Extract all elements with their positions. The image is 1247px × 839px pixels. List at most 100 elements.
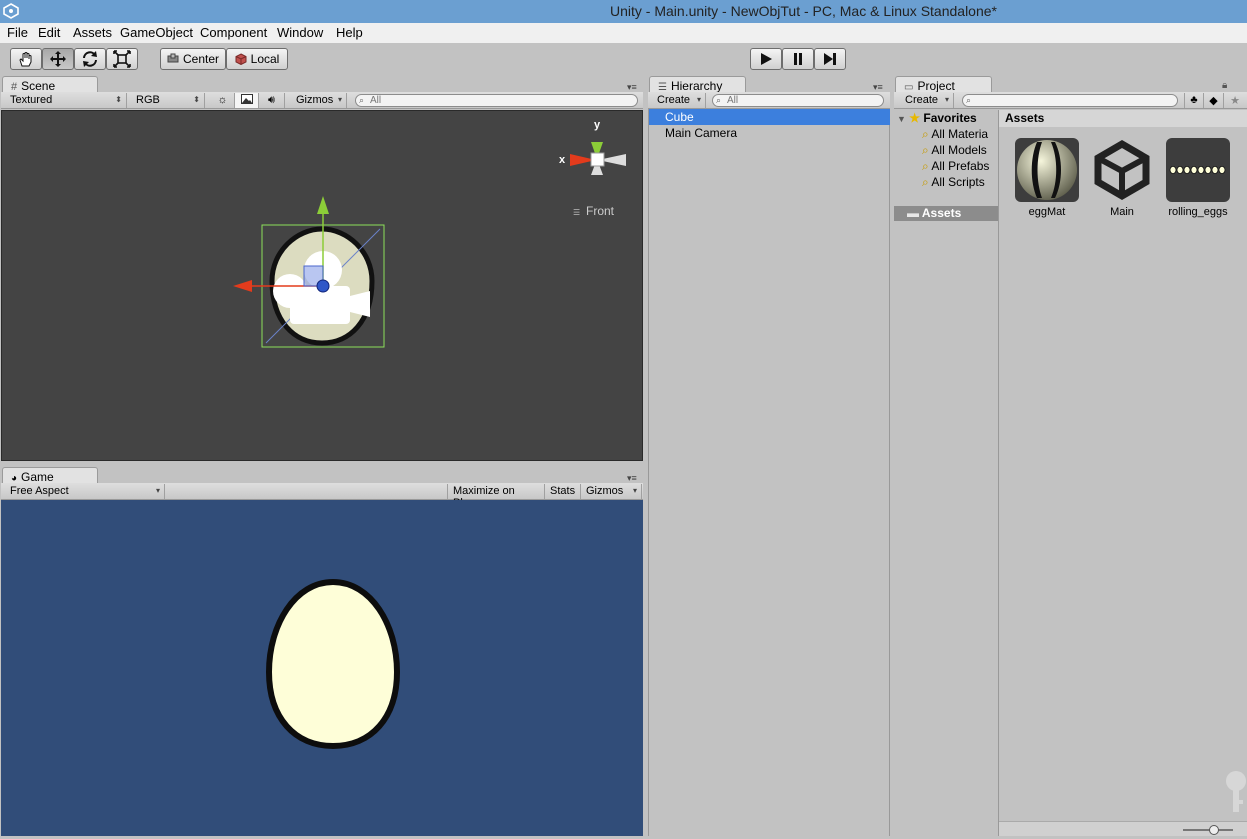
hierarchy-create-label: Create bbox=[657, 94, 691, 106]
search-by-type-button[interactable]: ♣ bbox=[1184, 93, 1204, 108]
scene-search-input[interactable]: ⌕ All bbox=[355, 94, 638, 107]
favorite-label: All Models bbox=[931, 143, 987, 157]
slider-thumb[interactable] bbox=[1209, 825, 1219, 835]
color-mode-value: RGB bbox=[136, 94, 160, 106]
menu-edit[interactable]: Edit bbox=[38, 25, 60, 40]
assets-folder-label: Assets bbox=[921, 206, 962, 220]
menu-component[interactable]: Component bbox=[200, 25, 267, 40]
menu-window[interactable]: Window bbox=[277, 25, 323, 40]
dropdown-arrow-icon: ▾ bbox=[155, 486, 160, 495]
scale-tool-button[interactable] bbox=[106, 48, 138, 70]
scene-gizmos-label: Gizmos bbox=[296, 94, 334, 106]
move-icon bbox=[50, 51, 66, 67]
game-canvas bbox=[265, 578, 401, 750]
project-toolbar: Create ▾ ⌕ ♣ ◆ ★ bbox=[894, 92, 1247, 109]
speaker-icon: 🔊︎ bbox=[268, 94, 275, 106]
star-icon: ★ bbox=[1230, 95, 1240, 107]
color-mode-dropdown[interactable]: RGB ⬍ bbox=[131, 93, 205, 108]
aspect-dropdown[interactable]: Free Aspect ▾ bbox=[5, 484, 165, 499]
favorites-header[interactable]: ▼ ★ Favorites bbox=[897, 111, 977, 125]
move-tool-button[interactable] bbox=[42, 48, 74, 70]
pause-button[interactable] bbox=[782, 48, 814, 70]
hierarchy-item-cube[interactable]: Cube bbox=[649, 109, 890, 125]
move-handle-x[interactable] bbox=[233, 280, 252, 292]
game-tab-label: Game bbox=[21, 470, 54, 484]
stats-label: Stats bbox=[550, 485, 576, 497]
maximize-on-play-toggle[interactable]: Maximize on Play bbox=[447, 484, 545, 509]
asset-name: eggMat bbox=[1028, 206, 1066, 218]
render-mode-dropdown[interactable]: Textured ⬍ bbox=[5, 93, 127, 108]
project-create-label: Create bbox=[905, 94, 939, 106]
dropdown-arrow-icon: ▾ bbox=[632, 486, 637, 495]
hand-tool-button[interactable] bbox=[10, 48, 42, 70]
prefab-thumbnail-icon bbox=[1166, 138, 1230, 202]
game-toolbar: Free Aspect ▾ Maximize on Play Stats Gizm… bbox=[1, 483, 643, 509]
menu-file[interactable]: File bbox=[7, 25, 28, 40]
gizmo-y-label: y bbox=[594, 119, 601, 131]
project-lock-icon[interactable]: 🔒︎ bbox=[1222, 80, 1227, 91]
project-assets-pane: Assets eggMat Main rolling_eggs bbox=[999, 110, 1247, 836]
menu-help[interactable]: Help bbox=[336, 25, 363, 40]
folder-icon: ▬ bbox=[907, 206, 919, 220]
dropdown-arrow-icon: ▾ bbox=[696, 95, 701, 104]
favorite-all-models[interactable]: ⌕ All Models bbox=[922, 143, 999, 158]
thumbnail-size-slider[interactable] bbox=[1183, 829, 1233, 831]
game-gizmos-label: Gizmos bbox=[586, 485, 624, 497]
menu-gameobject[interactable]: GameObject bbox=[120, 25, 193, 40]
project-status-bar bbox=[999, 821, 1247, 836]
view-menu-icon: ☰ bbox=[573, 208, 580, 217]
scene-orientation-gizmo[interactable]: y x bbox=[559, 119, 626, 175]
favorite-all-prefabs[interactable]: ⌕ All Prefabs bbox=[922, 159, 999, 174]
scene-audio-toggle[interactable]: 🔊︎ bbox=[259, 93, 285, 108]
game-egg bbox=[265, 578, 401, 750]
favorite-all-materials[interactable]: ⌕ All Materia bbox=[922, 127, 999, 142]
render-mode-value: Textured bbox=[10, 94, 53, 106]
gizmo-center-cube[interactable] bbox=[590, 152, 605, 167]
play-icon bbox=[761, 53, 772, 65]
scene-view-label: Front bbox=[586, 204, 615, 218]
favorites-label: Favorites bbox=[923, 111, 977, 125]
stats-toggle[interactable]: Stats bbox=[545, 484, 581, 499]
step-icon bbox=[824, 53, 836, 65]
step-button[interactable] bbox=[814, 48, 846, 70]
pivot-local-button[interactable]: Local bbox=[226, 48, 288, 70]
game-gizmos-dropdown[interactable]: Gizmos ▾ bbox=[581, 484, 642, 499]
scene-lighting-toggle[interactable]: ☼ bbox=[211, 93, 235, 108]
scene-fx-toggle[interactable] bbox=[235, 93, 259, 108]
scene-tab-label: Scene bbox=[21, 79, 56, 93]
scene-viewport[interactable]: y x ☰ Front bbox=[1, 110, 643, 461]
search-icon: ⌕ bbox=[966, 95, 972, 105]
asset-main-scene[interactable]: Main bbox=[1087, 138, 1157, 218]
hierarchy-create-dropdown[interactable]: Create ▾ bbox=[652, 93, 706, 108]
hierarchy-search-input[interactable]: ⌕ All bbox=[712, 94, 884, 107]
asset-eggmat[interactable]: eggMat bbox=[1012, 138, 1082, 218]
hand-icon bbox=[19, 52, 32, 67]
move-handle-y[interactable] bbox=[317, 196, 329, 214]
search-icon: ⌕ bbox=[922, 159, 929, 173]
hierarchy-item-main-camera[interactable]: Main Camera bbox=[649, 125, 890, 141]
scene-gizmos-dropdown[interactable]: Gizmos ▾ bbox=[291, 93, 347, 108]
gizmo-x-label: x bbox=[559, 154, 566, 166]
project-create-dropdown[interactable]: Create ▾ bbox=[900, 93, 954, 108]
pivot-center-label: Center bbox=[182, 52, 220, 66]
save-search-button[interactable]: ★ bbox=[1224, 93, 1246, 108]
rotate-tool-button[interactable] bbox=[74, 48, 106, 70]
scene-canvas[interactable]: y x ☰ Front bbox=[2, 111, 644, 462]
search-icon: ⌕ bbox=[922, 143, 929, 157]
project-search-input[interactable]: ⌕ bbox=[962, 94, 1178, 107]
menu-assets[interactable]: Assets bbox=[73, 25, 112, 40]
pivot-center-button[interactable]: Center bbox=[160, 48, 226, 70]
assets-folder-item[interactable]: ▬ Assets bbox=[894, 206, 998, 221]
dropdown-arrow-icon: ⬍ bbox=[115, 95, 122, 104]
search-by-label-button[interactable]: ◆ bbox=[1204, 93, 1224, 108]
favorite-all-scripts[interactable]: ⌕ All Scripts bbox=[922, 175, 999, 190]
pause-icon bbox=[794, 53, 802, 65]
search-icon: ⌕ bbox=[922, 127, 929, 141]
asset-rolling-eggs[interactable]: rolling_eggs bbox=[1163, 138, 1233, 218]
move-handle-center[interactable] bbox=[316, 279, 330, 293]
scene-search-placeholder: All bbox=[370, 95, 382, 106]
type-filter-icon: ♣ bbox=[1190, 94, 1198, 106]
game-viewport[interactable] bbox=[1, 500, 643, 836]
play-button[interactable] bbox=[750, 48, 782, 70]
search-icon: ⌕ bbox=[359, 95, 365, 105]
